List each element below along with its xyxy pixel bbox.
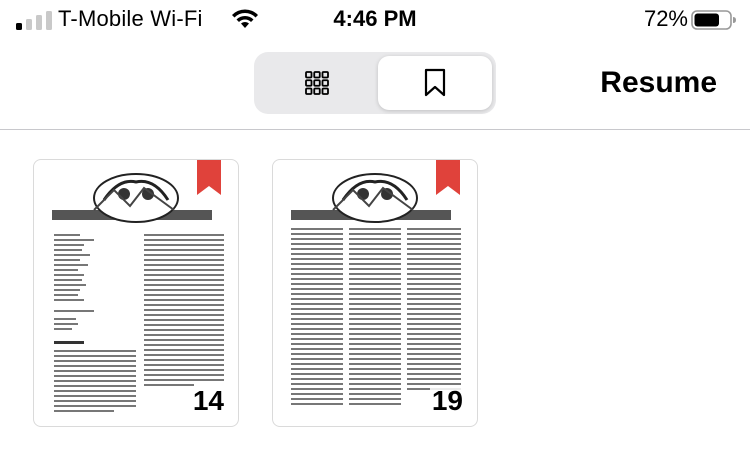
toolbar-divider (0, 129, 750, 130)
bookmark-ribbon-icon (197, 160, 221, 195)
page-number: 19 (429, 385, 465, 416)
status-bar: T-Mobile Wi-Fi 4:46 PM 72% (0, 0, 750, 40)
view-mode-segmented-control (254, 52, 496, 114)
toolbar: Resume (0, 40, 750, 130)
page-thumbnail[interactable]: 14 (33, 159, 239, 427)
bookmark-icon (424, 68, 446, 97)
grid-icon (305, 71, 329, 95)
bookmarks-segment[interactable] (378, 56, 492, 110)
battery-percentage: 72% (643, 6, 688, 31)
bookmark-ribbon-icon (436, 160, 460, 195)
battery-icon (691, 10, 736, 30)
page-number: 14 (190, 385, 226, 416)
all-pages-segment[interactable] (260, 56, 374, 110)
page-thumbnail[interactable]: 19 (272, 159, 478, 427)
resume-button[interactable]: Resume (600, 66, 717, 100)
clock: 4:46 PM (333, 6, 417, 31)
